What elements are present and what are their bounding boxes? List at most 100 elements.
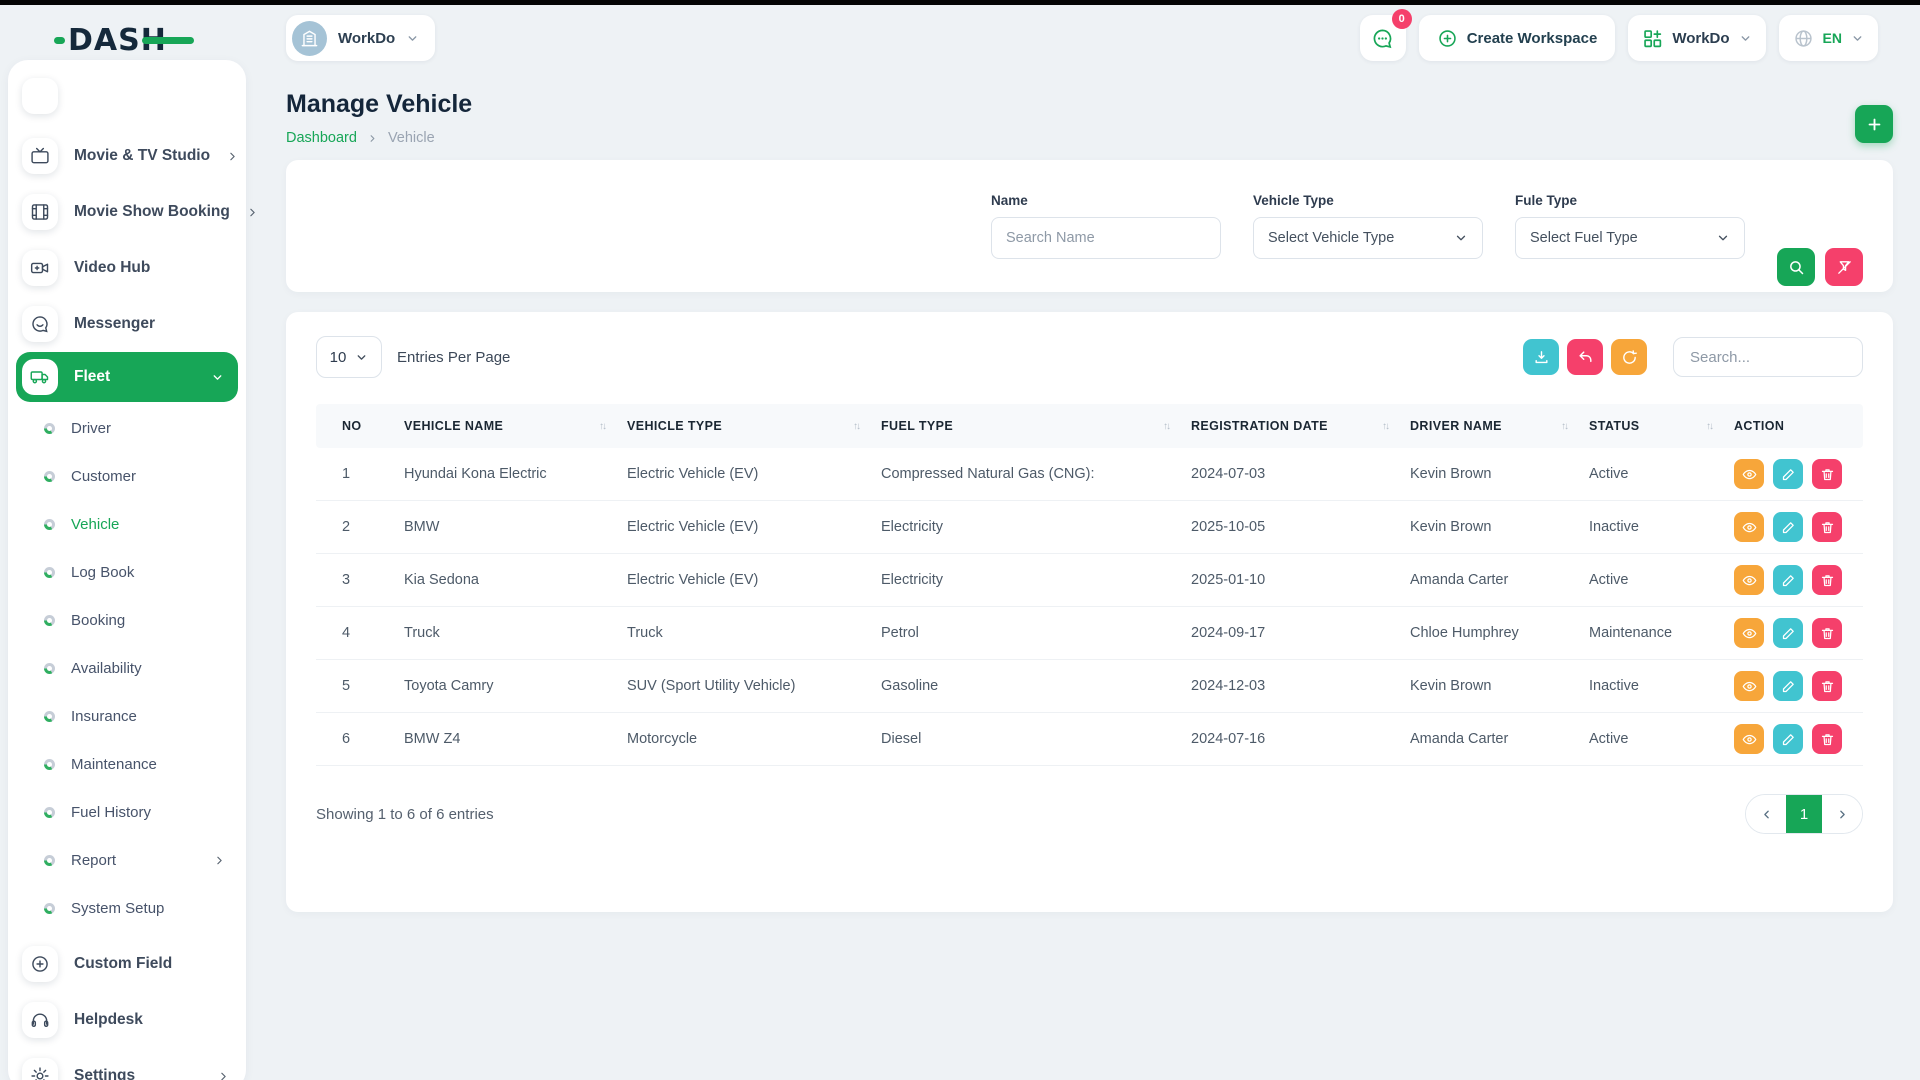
language-selector[interactable]: EN (1779, 15, 1878, 61)
sidebar-item-movie-show-booking[interactable]: Movie Show Booking (8, 184, 246, 240)
fuel-type-select[interactable]: Select Fuel Type (1515, 217, 1745, 259)
download-icon (1533, 349, 1550, 366)
logo-dash-accent (54, 37, 65, 44)
sidebar-item-availability[interactable]: Availability (8, 644, 246, 692)
view-button[interactable] (1734, 459, 1764, 489)
film-icon (30, 202, 50, 222)
chevron-right-icon (213, 854, 226, 867)
breadcrumb-dashboard-link[interactable]: Dashboard (286, 130, 357, 146)
bullet-icon (44, 807, 55, 818)
edit-button[interactable] (1773, 671, 1803, 701)
sidebar-item-insurance[interactable]: Insurance (8, 692, 246, 740)
app-switcher[interactable]: WorkDo (1628, 15, 1765, 61)
sort-icon: ↑↓ (1561, 421, 1567, 432)
breadcrumb-current: Vehicle (388, 130, 435, 146)
pencil-icon (1781, 467, 1796, 482)
name-search-input[interactable] (991, 217, 1221, 259)
edit-button[interactable] (1773, 459, 1803, 489)
sidebar-item-report[interactable]: Report (8, 836, 246, 884)
delete-button[interactable] (1812, 618, 1842, 648)
column-header-vehicle-type[interactable]: VEHICLE TYPE↑↓ (627, 419, 881, 433)
sort-icon: ↑↓ (853, 421, 859, 432)
vehicle-table-card: 10 Entries Per Page NO VEHICLE NAME↑↓ V (286, 312, 1893, 912)
apply-filter-button[interactable] (1777, 248, 1815, 286)
sidebar-item-maintenance[interactable]: Maintenance (8, 740, 246, 788)
sidebar-item-driver[interactable]: Driver (8, 404, 246, 452)
clear-filter-button[interactable] (1825, 248, 1863, 286)
table-controls: 10 Entries Per Page (316, 336, 1863, 378)
headphones-icon (30, 1010, 50, 1030)
table-row: 1 Hyundai Kona Electric Electric Vehicle… (316, 448, 1863, 501)
sidebar-item-custom-field[interactable]: Custom Field (8, 936, 246, 992)
sidebar-item-fleet[interactable]: Fleet (16, 352, 238, 402)
truck-icon (30, 367, 50, 387)
chevron-down-icon (1739, 32, 1752, 45)
create-workspace-button[interactable]: Create Workspace (1419, 15, 1616, 61)
previous-page-button[interactable] (1746, 794, 1786, 834)
edit-button[interactable] (1773, 512, 1803, 542)
table-footer: Showing 1 to 6 of 6 entries 1 (316, 794, 1863, 834)
undo-button[interactable] (1567, 339, 1603, 375)
edit-button[interactable] (1773, 565, 1803, 595)
bullet-icon (44, 567, 55, 578)
sidebar-item-settings[interactable]: Settings (8, 1048, 246, 1080)
export-button[interactable] (1523, 339, 1559, 375)
view-button[interactable] (1734, 512, 1764, 542)
edit-button[interactable] (1773, 618, 1803, 648)
filter-name-group: Name (991, 193, 1221, 259)
row-vehicle-type: Electric Vehicle (EV) (627, 466, 881, 482)
row-registration-date: 2024-09-17 (1191, 625, 1410, 641)
row-fuel-type: Gasoline (881, 678, 1191, 694)
vehicle-type-select[interactable]: Select Vehicle Type (1253, 217, 1483, 259)
pencil-icon (1781, 626, 1796, 641)
delete-button[interactable] (1812, 565, 1842, 595)
messages-button[interactable]: 0 (1360, 15, 1406, 61)
column-header-driver-name[interactable]: DRIVER NAME↑↓ (1410, 419, 1589, 433)
next-page-button[interactable] (1822, 794, 1862, 834)
view-button[interactable] (1734, 565, 1764, 595)
delete-button[interactable] (1812, 724, 1842, 754)
row-vehicle-name: Hyundai Kona Electric (404, 466, 627, 482)
row-status: Inactive (1589, 519, 1734, 535)
sidebar-item-system-setup[interactable]: System Setup (8, 884, 246, 932)
row-actions (1734, 565, 1863, 595)
sidebar-item-log-book[interactable]: Log Book (8, 548, 246, 596)
edit-button[interactable] (1773, 724, 1803, 754)
sidebar-item-movie-tv-studio[interactable]: Movie & TV Studio (8, 128, 246, 184)
row-vehicle-name: BMW (404, 519, 627, 535)
row-no: 3 (342, 572, 404, 588)
row-no: 6 (342, 731, 404, 747)
row-fuel-type: Electricity (881, 519, 1191, 535)
delete-button[interactable] (1812, 671, 1842, 701)
refresh-button[interactable] (1611, 339, 1647, 375)
sidebar-item-helpdesk[interactable]: Helpdesk (8, 992, 246, 1048)
current-page[interactable]: 1 (1786, 794, 1822, 834)
add-vehicle-button[interactable] (1855, 105, 1893, 143)
pencil-icon (1781, 732, 1796, 747)
table-search-input[interactable] (1673, 337, 1863, 377)
app-switcher-label: WorkDo (1672, 30, 1729, 47)
column-header-status[interactable]: STATUS↑↓ (1589, 419, 1734, 433)
sidebar-item-fuel-history[interactable]: Fuel History (8, 788, 246, 836)
pencil-icon (1781, 679, 1796, 694)
column-header-vehicle-name[interactable]: VEHICLE NAME↑↓ (404, 419, 627, 433)
sidebar-item-video-hub[interactable]: Video Hub (8, 240, 246, 296)
sidebar-clipped-item-icon (22, 78, 58, 114)
column-header-fuel-type[interactable]: FUEL TYPE↑↓ (881, 419, 1191, 433)
view-button[interactable] (1734, 618, 1764, 648)
sidebar-item-booking[interactable]: Booking (8, 596, 246, 644)
delete-button[interactable] (1812, 459, 1842, 489)
workspace-selector[interactable]: WorkDo (286, 15, 435, 61)
sidebar-item-vehicle[interactable]: Vehicle (8, 500, 246, 548)
sidebar-item-customer[interactable]: Customer (8, 452, 246, 500)
column-header-registration-date[interactable]: REGISTRATION DATE↑↓ (1191, 419, 1410, 433)
view-button[interactable] (1734, 724, 1764, 754)
sidebar-item-messenger[interactable]: Messenger (8, 296, 246, 352)
delete-button[interactable] (1812, 512, 1842, 542)
entries-per-page-select[interactable]: 10 (316, 336, 382, 378)
row-status: Active (1589, 466, 1734, 482)
row-registration-date: 2024-07-16 (1191, 731, 1410, 747)
video-camera-icon (30, 258, 50, 278)
view-button[interactable] (1734, 671, 1764, 701)
trash-icon (1820, 467, 1835, 482)
